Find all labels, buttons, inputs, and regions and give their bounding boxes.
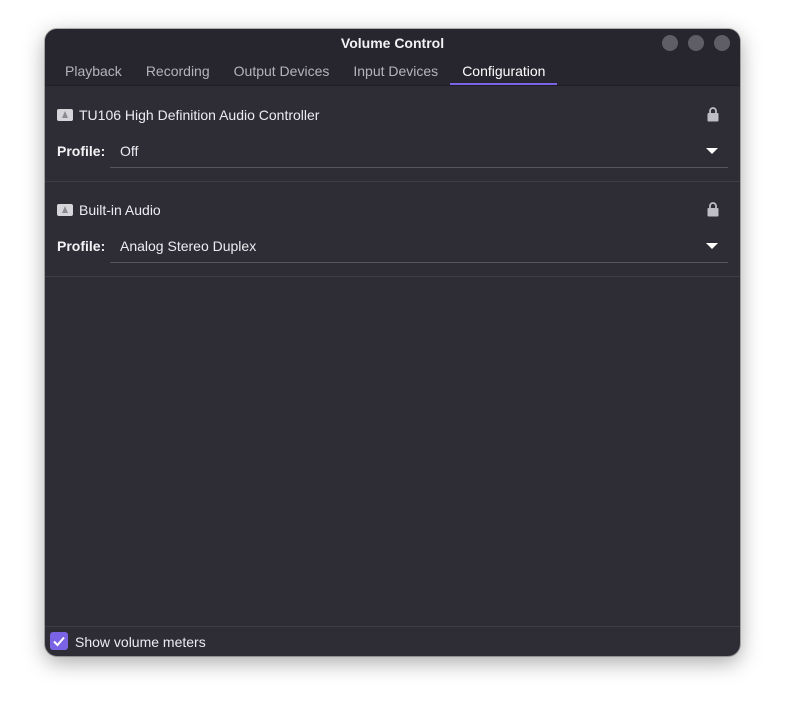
profile-label: Profile: — [57, 143, 106, 159]
device-card: Built-in Audio Profile: Analog Stereo Du… — [45, 181, 740, 277]
profile-dropdown[interactable]: Analog Stereo Duplex — [110, 229, 728, 263]
tab-output-devices[interactable]: Output Devices — [222, 59, 342, 85]
profile-value: Off — [120, 143, 139, 159]
maximize-button[interactable] — [688, 35, 704, 51]
tab-recording[interactable]: Recording — [134, 59, 222, 85]
minimize-button[interactable] — [662, 35, 678, 51]
audio-card-icon — [57, 204, 73, 216]
window-title: Volume Control — [340, 35, 445, 51]
lock-icon[interactable] — [707, 107, 719, 122]
profile-dropdown[interactable]: Off — [110, 134, 728, 168]
audio-card-icon — [57, 109, 73, 121]
tab-playback[interactable]: Playback — [53, 59, 134, 85]
tab-configuration[interactable]: Configuration — [450, 59, 558, 85]
device-header: Built-in Audio — [57, 200, 161, 220]
device-card: TU106 High Definition Audio Controller P… — [45, 86, 740, 182]
tab-input-devices[interactable]: Input Devices — [341, 59, 450, 85]
window-controls — [662, 35, 730, 51]
chevron-down-icon — [706, 243, 718, 249]
footer-bar: Show volume meters — [45, 626, 740, 656]
profile-value: Analog Stereo Duplex — [120, 238, 257, 254]
tab-bar: Playback Recording Output Devices Input … — [53, 59, 558, 85]
chevron-down-icon — [706, 148, 718, 154]
title-bar[interactable]: Volume Control Playback Recording Output… — [45, 29, 740, 85]
device-header: TU106 High Definition Audio Controller — [57, 105, 319, 125]
show-volume-meters-checkbox[interactable] — [50, 632, 68, 650]
volume-control-window: Volume Control Playback Recording Output… — [45, 29, 740, 656]
lock-icon[interactable] — [707, 202, 719, 217]
show-volume-meters-label[interactable]: Show volume meters — [75, 634, 206, 650]
close-button[interactable] — [714, 35, 730, 51]
checkmark-icon — [53, 636, 65, 647]
profile-label: Profile: — [57, 238, 106, 254]
device-name: Built-in Audio — [79, 202, 161, 218]
device-name: TU106 High Definition Audio Controller — [79, 107, 320, 123]
